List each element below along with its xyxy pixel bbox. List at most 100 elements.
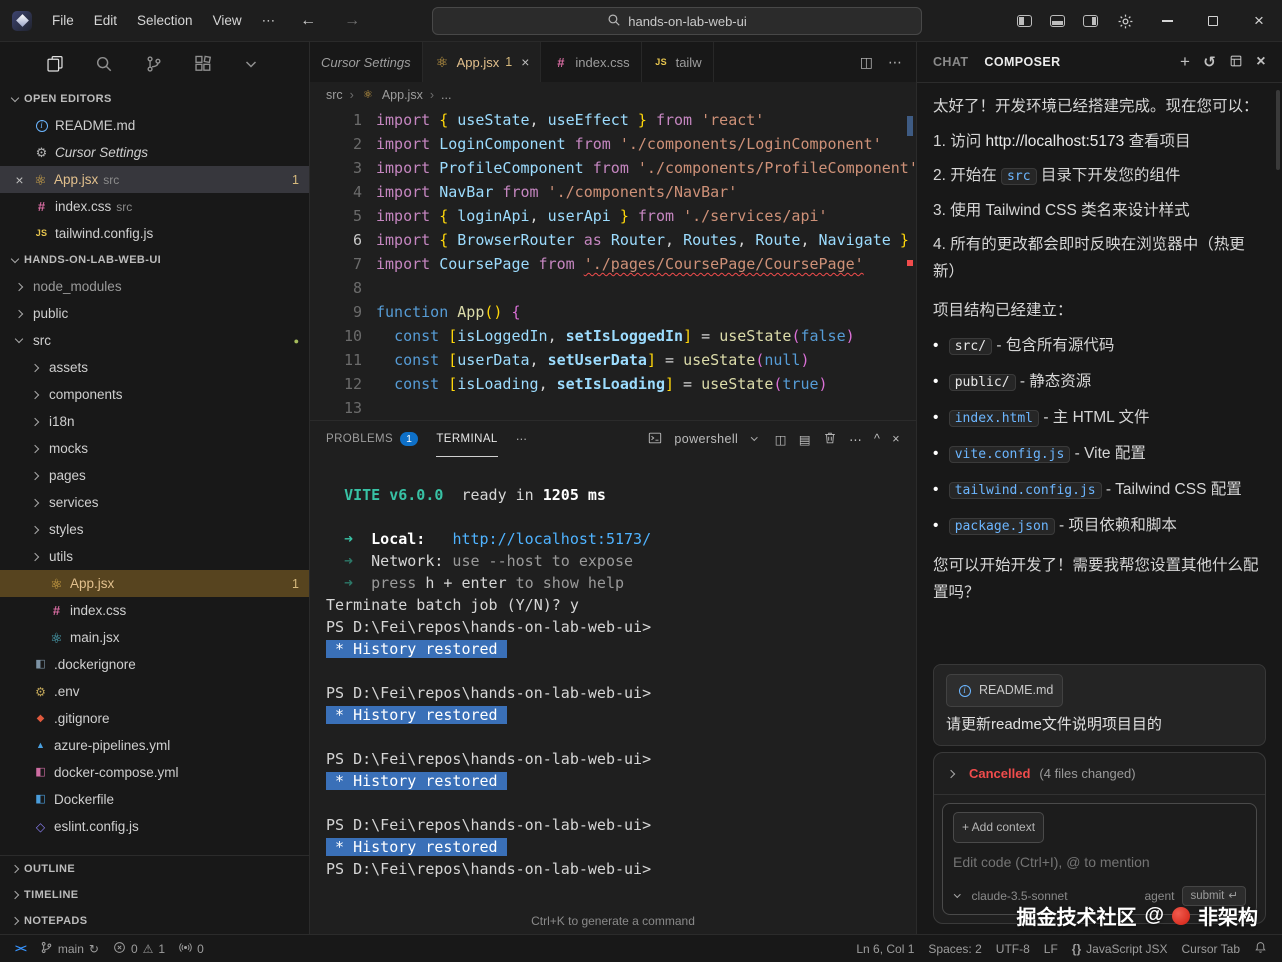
tab-tailw[interactable]: JStailw — [642, 42, 714, 82]
close-icon[interactable]: × — [521, 54, 529, 70]
maximize-panel-icon[interactable]: ^ — [874, 432, 880, 446]
toggle-sidebar-icon[interactable] — [1017, 15, 1032, 27]
split-editor-icon[interactable]: ◫ — [860, 54, 873, 71]
tree-folder-public[interactable]: public — [0, 300, 309, 327]
language-mode[interactable]: {}JavaScript JSX — [1065, 935, 1175, 962]
open-editors-header[interactable]: OPEN EDITORS — [0, 86, 309, 112]
indentation[interactable]: Spaces: 2 — [921, 935, 988, 962]
toggle-panel-icon[interactable] — [1050, 15, 1065, 27]
section-outline[interactable]: OUTLINE — [0, 856, 309, 882]
open-editor-item-index-css[interactable]: #index.csssrc — [0, 193, 309, 220]
more-actions-icon[interactable]: ⋯ — [888, 54, 902, 71]
chat-scrollbar[interactable] — [1276, 90, 1280, 170]
project-root-header[interactable]: HANDS-ON-LAB-WEB-UI — [0, 247, 309, 273]
tree-folder-styles[interactable]: styles — [0, 516, 309, 543]
forward-icon[interactable]: → — [330, 12, 374, 30]
breadcrumb-item[interactable]: App.jsx — [382, 88, 423, 102]
tree-file-dockerignore[interactable]: ◧.dockerignore — [0, 651, 309, 678]
terminal-output[interactable]: VITE v6.0.0 ready in 1205 ms ➜ Local: ht… — [310, 457, 916, 908]
maximize-button[interactable] — [1190, 0, 1236, 42]
tab-chat[interactable]: CHAT — [933, 55, 968, 69]
composer-input[interactable]: + Add context Edit code (Ctrl+I), @ to m… — [942, 803, 1257, 915]
back-icon[interactable]: ← — [286, 12, 330, 30]
launch-profile-icon[interactable]: ▤ — [799, 432, 811, 447]
tree-file-docker-compose-yml[interactable]: ◧docker-compose.yml — [0, 759, 309, 786]
ports-indicator[interactable]: 0 — [172, 935, 211, 962]
tree-folder-node-modules[interactable]: node_modules — [0, 273, 309, 300]
breadcrumb-item[interactable]: src — [326, 88, 343, 102]
tree-file-app-jsx[interactable]: ⚛App.jsx1 — [0, 570, 309, 597]
tree-folder-utils[interactable]: utils — [0, 543, 309, 570]
history-icon[interactable]: ↺ — [1203, 53, 1216, 71]
menu-selection[interactable]: Selection — [127, 13, 203, 28]
explorer-icon[interactable] — [46, 55, 64, 73]
code-editor[interactable]: 12345678910111213 import { useState, use… — [310, 108, 916, 420]
tab-cursor-settings[interactable]: Cursor Settings — [310, 42, 423, 82]
menu-file[interactable]: File — [42, 13, 84, 28]
tab-composer[interactable]: COMPOSER — [984, 55, 1060, 69]
tree-folder-i18n[interactable]: i18n — [0, 408, 309, 435]
close-chat-icon[interactable]: × — [1256, 53, 1266, 71]
tree-file-main-jsx[interactable]: ⚛main.jsx — [0, 624, 309, 651]
menu-view[interactable]: View — [203, 13, 252, 28]
tree-folder-services[interactable]: services — [0, 489, 309, 516]
open-editor-item-tailwind-config-js[interactable]: JStailwind.config.js — [0, 220, 309, 247]
new-chat-icon[interactable]: + — [1180, 52, 1190, 72]
add-context-button[interactable]: + Add context — [953, 812, 1044, 843]
branch-indicator[interactable]: main ↻ — [33, 935, 106, 962]
tab-terminal[interactable]: TERMINAL — [436, 421, 497, 457]
open-editor-item-cursor-settings[interactable]: ⚙Cursor Settings — [0, 139, 309, 166]
open-editor-item-readme-md[interactable]: iREADME.md — [0, 112, 309, 139]
tab-app-jsx[interactable]: ⚛App.jsx1× — [423, 42, 542, 82]
docker-icon: ◧ — [32, 794, 49, 805]
search-icon[interactable] — [95, 55, 113, 73]
tree-file-gitignore[interactable]: ◆.gitignore — [0, 705, 309, 732]
tab-problems[interactable]: PROBLEMS 1 — [326, 421, 418, 457]
remote-indicator[interactable]: >< — [8, 935, 33, 962]
tree-folder-mocks[interactable]: mocks — [0, 435, 309, 462]
tree-file-index-css[interactable]: #index.css — [0, 597, 309, 624]
extensions-icon[interactable] — [194, 55, 212, 73]
tree-file-env[interactable]: ⚙.env — [0, 678, 309, 705]
section-timeline[interactable]: TIMELINE — [0, 882, 309, 908]
problems-indicator[interactable]: 0 ⚠ 1 — [106, 935, 172, 962]
tree-folder-src[interactable]: src● — [0, 327, 309, 354]
command-search-box[interactable]: hands-on-lab-web-ui — [432, 7, 922, 35]
menu-edit[interactable]: Edit — [84, 13, 127, 28]
close-window-button[interactable]: × — [1236, 0, 1282, 42]
tree-folder-pages[interactable]: pages — [0, 462, 309, 489]
source-control-icon[interactable] — [145, 55, 163, 73]
open-editor-item-app-jsx[interactable]: ×⚛App.jsxsrc1 — [0, 166, 309, 193]
tree-file-dockerfile[interactable]: ◧Dockerfile — [0, 786, 309, 813]
more-actions-icon[interactable]: ⋯ — [849, 432, 862, 447]
section-notepads[interactable]: NOTEPADS — [0, 908, 309, 934]
notifications-bell[interactable] — [1247, 935, 1274, 962]
chevron-down-icon[interactable] — [243, 56, 259, 72]
tab-index-css[interactable]: #index.css — [541, 42, 641, 82]
encoding[interactable]: UTF-8 — [989, 935, 1037, 962]
cancelled-status-row[interactable]: Cancelled (4 files changed) — [934, 753, 1265, 795]
close-panel-icon[interactable]: × — [892, 432, 900, 446]
tree-folder-assets[interactable]: assets — [0, 354, 309, 381]
settings-gear-icon[interactable] — [1117, 13, 1134, 30]
toggle-secondary-sidebar-icon[interactable] — [1083, 15, 1098, 27]
split-terminal-icon[interactable]: ◫ — [775, 432, 787, 447]
tree-file-eslint-config-js[interactable]: ◇eslint.config.js — [0, 813, 309, 840]
file-chip[interactable]: i README.md — [946, 674, 1063, 707]
minimize-button[interactable] — [1144, 0, 1190, 42]
kill-terminal-icon[interactable] — [823, 431, 837, 448]
terminal-instance-label[interactable]: powershell — [674, 432, 738, 446]
menu-overflow-icon[interactable]: ⋯ — [252, 13, 287, 29]
more-panel-tabs-icon[interactable]: ⋯ — [516, 421, 529, 457]
chevron-down-icon[interactable] — [751, 434, 757, 440]
code-token: Navigate — [819, 231, 891, 249]
tree-file-azure-pipelines-yml[interactable]: ▲azure-pipelines.yml — [0, 732, 309, 759]
chevron-down-icon[interactable] — [954, 891, 960, 897]
open-in-editor-icon[interactable] — [1229, 54, 1243, 71]
eol-sequence[interactable]: LF — [1037, 935, 1065, 962]
close-icon[interactable]: × — [12, 172, 27, 188]
cursor-position[interactable]: Ln 6, Col 1 — [849, 935, 921, 962]
breadcrumb-item[interactable]: ... — [441, 88, 451, 102]
cursor-tab-toggle[interactable]: Cursor Tab — [1175, 935, 1247, 962]
tree-folder-components[interactable]: components — [0, 381, 309, 408]
